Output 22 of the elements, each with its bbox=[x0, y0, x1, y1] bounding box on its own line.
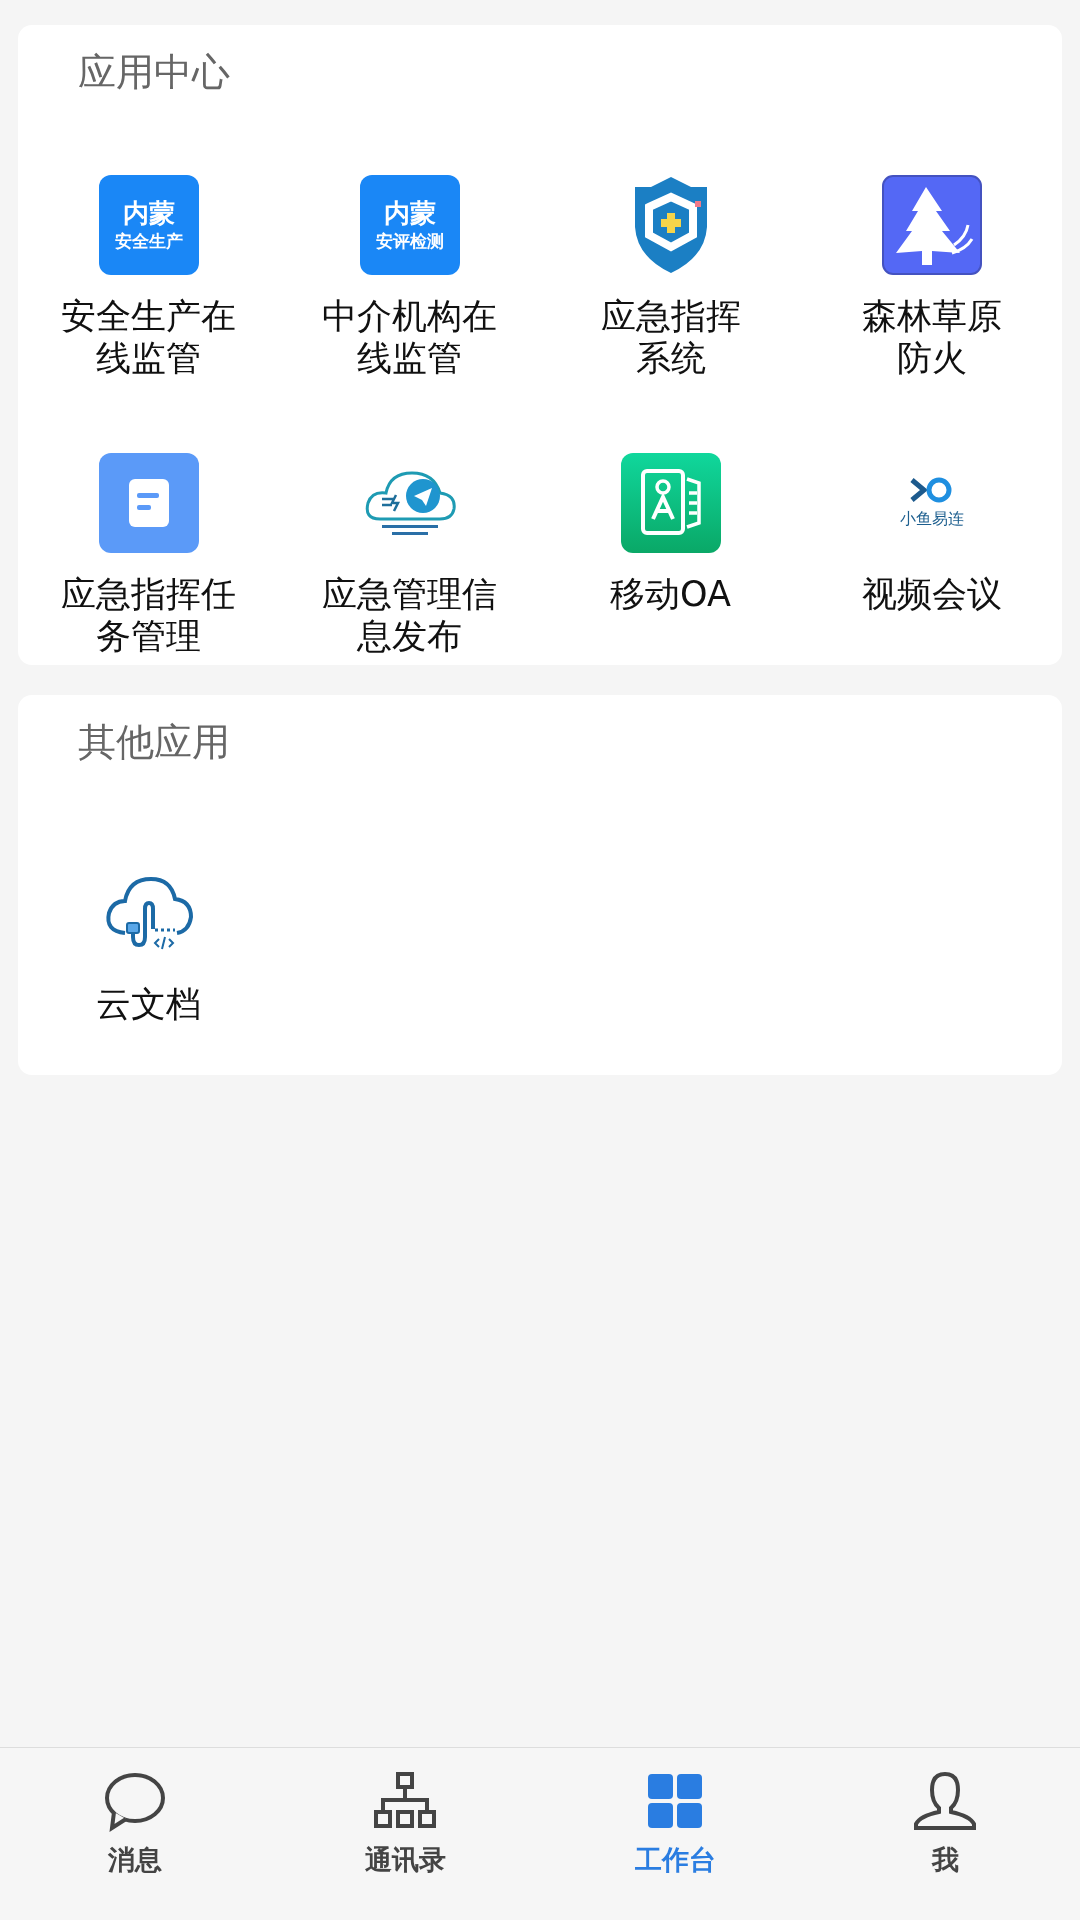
app-label[interactable]: 应急指挥任务管理 bbox=[53, 573, 244, 657]
app-tile-icon: 内蒙 安评检测 bbox=[359, 175, 460, 275]
nav-tab[interactable]: 消息 bbox=[0, 1748, 270, 1920]
nav-tab[interactable]: 通讯录 bbox=[270, 1748, 540, 1920]
app-label[interactable]: 森林草原 防火 bbox=[836, 295, 1027, 379]
nav-tab[interactable]: 工作台 bbox=[540, 1748, 810, 1920]
document-icon bbox=[98, 453, 199, 553]
section-title: 应用中心 bbox=[78, 49, 230, 96]
app-label[interactable]: 应急管理信息发布 bbox=[314, 573, 505, 657]
app-label[interactable]: 安全生产在线监管 bbox=[53, 295, 244, 379]
app-label[interactable]: 移动OA bbox=[575, 573, 766, 615]
person-icon bbox=[912, 1770, 978, 1832]
contact-card-icon bbox=[620, 453, 721, 553]
app-label[interactable]: 中介机构在线监管 bbox=[314, 295, 505, 379]
chat-bubble-icon bbox=[102, 1770, 168, 1832]
tree-icon bbox=[881, 175, 982, 275]
nav-tab[interactable]: 我 bbox=[810, 1748, 1080, 1920]
app-label[interactable]: 云文档 bbox=[53, 983, 244, 1025]
app-tile-icon: 内蒙 安全生产 bbox=[98, 175, 199, 275]
app-label[interactable]: 视频会议 bbox=[836, 573, 1027, 615]
section-title: 其他应用 bbox=[78, 719, 230, 766]
app-label[interactable]: 应急指挥 系统 bbox=[575, 295, 766, 379]
